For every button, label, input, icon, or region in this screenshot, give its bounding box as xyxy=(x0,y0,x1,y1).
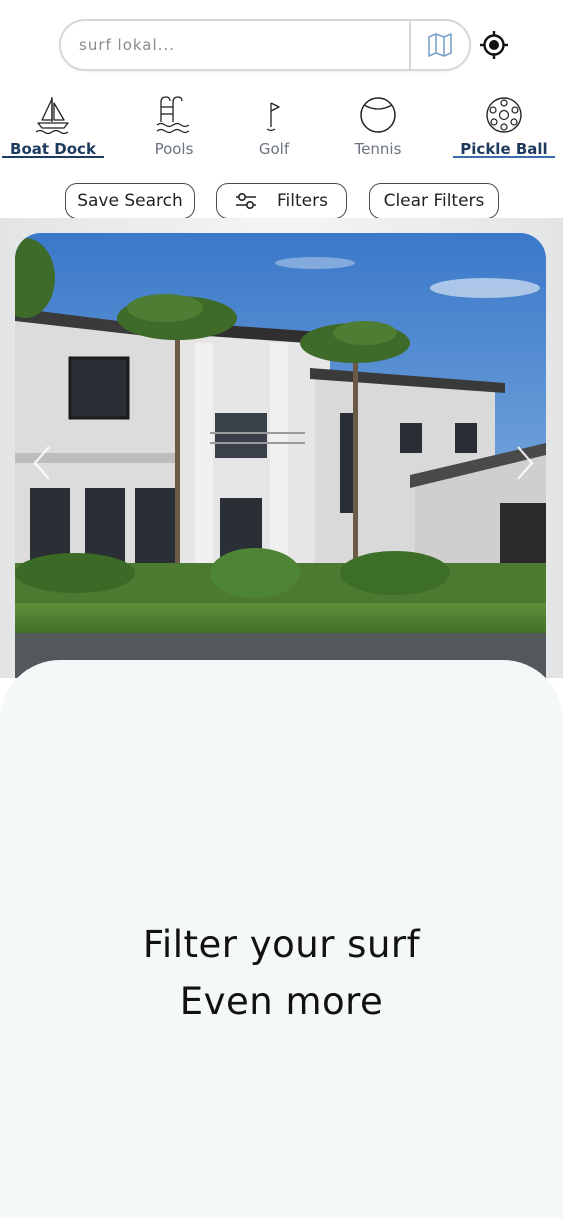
locate-me-button[interactable] xyxy=(478,29,510,61)
tab-label: Pools xyxy=(154,140,194,158)
clear-filters-button[interactable]: Clear Filters xyxy=(369,183,499,219)
tab-label: Pickle Ball xyxy=(460,140,548,158)
pool-ladder-icon xyxy=(156,96,190,134)
tab-boat-dock[interactable]: Boat Dock xyxy=(2,88,104,160)
tab-golf[interactable]: Golf xyxy=(223,88,325,160)
clear-filters-label: Clear Filters xyxy=(383,191,485,211)
save-search-button[interactable]: Save Search xyxy=(65,183,195,219)
search-bar xyxy=(59,19,471,71)
listing-photo[interactable] xyxy=(15,233,546,678)
carousel-next-button[interactable] xyxy=(508,443,542,483)
tennis-ball-icon xyxy=(360,97,396,133)
pickleball-icon xyxy=(486,97,522,133)
carousel-prev-button[interactable] xyxy=(25,443,59,483)
golf-flag-icon xyxy=(266,102,280,132)
tab-label: Tennis xyxy=(354,140,402,158)
save-search-label: Save Search xyxy=(77,191,183,211)
filter-sheet-line-2: Even more xyxy=(179,980,384,1023)
tab-pickle-ball[interactable]: Pickle Ball xyxy=(453,88,555,160)
sailboat-icon xyxy=(35,97,69,134)
amenity-tabs: Boat Dock Pools Golf Tennis Pickle Ball xyxy=(0,88,563,160)
chevron-right-icon xyxy=(517,446,534,480)
listing-photo-carousel xyxy=(0,218,563,678)
map-view-button[interactable] xyxy=(409,21,469,69)
filter-sheet-message: Filter your surf Even more xyxy=(0,916,563,1030)
search-input[interactable] xyxy=(61,21,409,69)
tab-tennis[interactable]: Tennis xyxy=(327,88,429,160)
filters-button[interactable]: Filters xyxy=(216,183,347,219)
crosshair-icon xyxy=(480,31,508,59)
filter-sheet-line-1: Filter your surf xyxy=(142,923,421,966)
filters-label: Filters xyxy=(277,191,328,211)
tab-label: Boat Dock xyxy=(10,140,96,158)
map-icon xyxy=(428,33,452,57)
tab-pools[interactable]: Pools xyxy=(123,88,225,160)
chevron-left-icon xyxy=(33,446,50,480)
sliders-icon xyxy=(236,192,257,210)
house-image xyxy=(15,233,546,678)
filter-sheet[interactable]: Filter your surf Even more xyxy=(0,660,563,1218)
tab-label: Golf xyxy=(258,140,290,158)
